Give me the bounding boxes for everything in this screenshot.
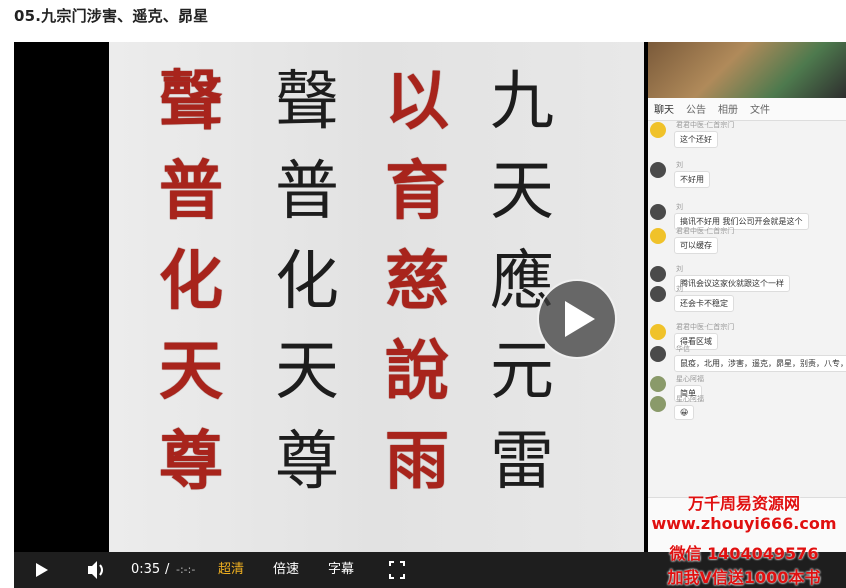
glyph-ink: 天 (490, 155, 554, 229)
glyph-ink: 天 (275, 335, 339, 409)
chat-sender-name: 刘 (676, 265, 683, 273)
watermark-line3: 微信 1404049576 (669, 544, 819, 563)
avatar[interactable] (650, 162, 666, 178)
tab-notice[interactable]: 公告 (686, 101, 706, 116)
chat-message-bubble: 还会卡不稳定 (674, 295, 734, 312)
avatar[interactable] (650, 346, 666, 362)
glyph-seal: 慈 (385, 244, 449, 319)
volume-button[interactable] (86, 552, 108, 588)
fullscreen-button[interactable] (388, 552, 406, 588)
avatar[interactable] (650, 376, 666, 392)
glyph-ink: 九 (490, 65, 554, 139)
chat-message-bubble: 😀 (674, 405, 695, 420)
chat-message-bubble: 不好用 (674, 171, 710, 188)
chat-sender-name: 君君中医·仁首宗门 (676, 121, 735, 129)
page-title: 05.九宗门涉害、遥克、昴星 (14, 7, 209, 25)
play-icon (565, 301, 595, 337)
big-play-button[interactable] (537, 279, 617, 359)
avatar[interactable] (650, 396, 666, 412)
chat-sender-name: 星心阿福 (676, 375, 704, 383)
current-time: 0:35 (131, 562, 161, 577)
chat-sender-name: 星心阿福 (676, 395, 704, 403)
glyph-seal: 以 (385, 64, 449, 139)
glyph-seal: 雨 (385, 424, 449, 499)
tab-album[interactable]: 相册 (718, 101, 738, 116)
avatar[interactable] (650, 122, 666, 138)
time-separator: / (165, 562, 170, 577)
glyph-seal: 天 (159, 334, 223, 409)
webcam-thumbnail (648, 42, 846, 98)
glyph-ink: 化 (275, 245, 339, 319)
avatar[interactable] (650, 324, 666, 340)
watermark-line4: 加我V信送1000本书 (667, 568, 821, 587)
glyph-ink: 尊 (275, 425, 339, 499)
glyph-seal: 說 (385, 334, 449, 409)
avatar[interactable] (650, 204, 666, 220)
avatar[interactable] (650, 286, 666, 302)
tab-chat[interactable]: 聊天 (654, 101, 674, 116)
glyph-ink: 普 (275, 155, 339, 229)
watermark-line2: www.zhouyi666.com (651, 514, 837, 533)
chat-sender-name: 刘 (676, 161, 683, 169)
glyph-ink: 雷 (490, 425, 554, 499)
chat-message-bubble: 这个还好 (674, 131, 718, 148)
subtitles-button[interactable]: 字幕 (328, 552, 354, 588)
play-icon (36, 563, 48, 577)
glyph-seal: 聲 (159, 64, 223, 139)
glyph-seal: 育 (385, 154, 449, 229)
play-button[interactable] (34, 552, 50, 588)
avatar[interactable] (650, 228, 666, 244)
tab-files[interactable]: 文件 (750, 101, 770, 116)
volume-icon (88, 561, 103, 579)
chat-sender-name: 刘 (676, 203, 683, 211)
quality-button[interactable]: 超清 (218, 552, 244, 588)
chat-sender-name: 刘 (676, 285, 683, 293)
watermark-line1: 万千周易资源网 (687, 494, 800, 513)
speed-button[interactable]: 倍速 (273, 552, 299, 588)
duration: -:-:- (176, 563, 196, 576)
chat-message-bubble: 腾讯会议这家伙就跟这个一样 (674, 275, 790, 292)
glyph-ink: 聲 (275, 65, 339, 139)
chat-sender-name: 君君中医·仁首宗门 (676, 227, 735, 235)
glyph-seal: 化 (159, 244, 223, 319)
chat-message-bubble: 鼠疫，北用，涉害，遥克，昴星，别责，八专，伏吟 (674, 355, 846, 372)
glyph-seal: 尊 (159, 424, 223, 499)
chat-message-bubble: 可以缓存 (674, 237, 718, 254)
avatar[interactable] (650, 266, 666, 282)
glyph-seal: 普 (159, 154, 223, 229)
chat-sender-name: 君君中医·仁首宗门 (676, 323, 735, 331)
fullscreen-icon (389, 561, 405, 579)
chat-tabs: 聊天 公告 相册 文件 (648, 98, 846, 121)
chat-sender-name: 华信 (676, 345, 690, 353)
chat-side-panel: 聊天 公告 相册 文件 君君中医·仁首宗门 这个还好刘不好用刘搞讯不好用 我们公司… (648, 42, 846, 552)
